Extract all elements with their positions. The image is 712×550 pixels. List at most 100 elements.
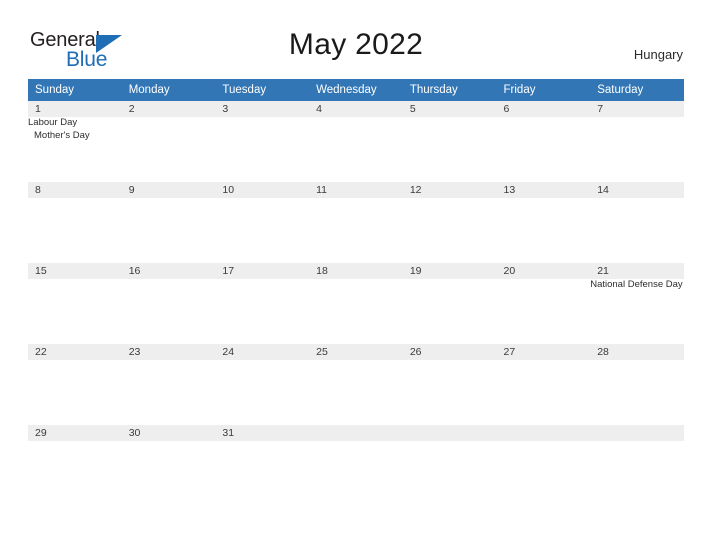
date-cell[interactable]: 16	[121, 263, 216, 279]
day-number: 22	[35, 346, 47, 358]
date-cell[interactable]: 6	[496, 101, 591, 117]
weekday-header-sunday: Sunday	[28, 79, 122, 101]
date-cell[interactable]: 15	[28, 263, 122, 279]
event-item: National Defense Day	[590, 279, 683, 290]
day-number: 30	[128, 427, 141, 439]
day-content-cell[interactable]	[402, 360, 497, 425]
date-cell[interactable]: 10	[215, 182, 310, 198]
date-cell[interactable]	[590, 425, 684, 441]
day-content-cell[interactable]	[496, 117, 591, 182]
day-number: 12	[409, 184, 422, 196]
day-number: 4	[316, 103, 322, 115]
day-content-cell[interactable]	[402, 441, 497, 490]
date-cell[interactable]: 1	[28, 101, 122, 117]
day-content-cell[interactable]	[402, 117, 497, 182]
day-content-cell[interactable]	[28, 360, 122, 425]
day-content-cell[interactable]	[309, 117, 403, 182]
date-cell[interactable]: 29	[28, 425, 122, 441]
date-cell[interactable]: 11	[309, 182, 403, 198]
day-number: 27	[503, 346, 516, 358]
date-cell[interactable]: 17	[215, 263, 310, 279]
day-content-cell[interactable]: Labour Day Mother's Day	[28, 117, 122, 182]
date-cell[interactable]: 24	[215, 344, 310, 360]
day-content-cell[interactable]	[309, 279, 403, 344]
date-cell[interactable]: 4	[309, 101, 403, 117]
day-content-cell[interactable]	[402, 279, 497, 344]
date-cell[interactable]: 18	[309, 263, 403, 279]
day-content-cell[interactable]	[121, 360, 216, 425]
date-cell[interactable]: 3	[215, 101, 310, 117]
day-content-cell[interactable]	[496, 441, 591, 490]
day-content-cell[interactable]	[496, 279, 591, 344]
day-content-cell[interactable]	[590, 198, 684, 263]
calendar-body: 1 2 3 4 5 6 7 Labour Day Mother's Day 8 …	[28, 101, 684, 490]
day-number	[403, 425, 497, 430]
date-cell[interactable]: 9	[121, 182, 216, 198]
day-content-cell[interactable]	[309, 198, 403, 263]
date-cell[interactable]: 19	[402, 263, 497, 279]
date-cell[interactable]: 13	[496, 182, 591, 198]
day-content-cell[interactable]	[215, 117, 310, 182]
date-cell[interactable]	[309, 425, 403, 441]
day-number: 29	[35, 427, 47, 439]
day-content-cell[interactable]	[215, 441, 310, 490]
day-content-cell[interactable]	[28, 198, 122, 263]
day-number: 20	[503, 265, 516, 277]
weekday-header-tuesday: Tuesday	[215, 79, 310, 101]
date-cell[interactable]: 27	[496, 344, 591, 360]
day-number: 23	[128, 346, 141, 358]
date-cell[interactable]: 8	[28, 182, 122, 198]
date-cell[interactable]: 14	[590, 182, 684, 198]
week-body	[28, 198, 684, 263]
date-cell[interactable]: 25	[309, 344, 403, 360]
day-content-cell[interactable]	[28, 441, 122, 490]
date-cell[interactable]: 26	[402, 344, 497, 360]
day-content-cell[interactable]	[121, 441, 216, 490]
day-content-cell[interactable]	[309, 441, 403, 490]
day-content-cell[interactable]	[590, 360, 684, 425]
page-header: General Blue May 2022 Hungary	[0, 0, 712, 78]
date-cell[interactable]	[496, 425, 591, 441]
day-number	[590, 425, 684, 430]
date-cell[interactable]: 22	[28, 344, 122, 360]
day-content-cell[interactable]	[402, 198, 497, 263]
day-content-cell[interactable]	[121, 117, 216, 182]
day-number: 15	[35, 265, 47, 277]
day-content-cell[interactable]	[215, 360, 310, 425]
day-content-cell[interactable]	[496, 198, 591, 263]
weekday-header-monday: Monday	[121, 79, 216, 101]
day-content-cell[interactable]	[590, 117, 684, 182]
day-number: 13	[503, 184, 516, 196]
day-content-cell[interactable]	[121, 279, 216, 344]
week-datebar: 29 30 31	[28, 425, 684, 441]
day-number: 1	[35, 103, 41, 115]
date-cell[interactable]: 30	[121, 425, 216, 441]
day-content-cell[interactable]	[121, 198, 216, 263]
date-cell[interactable]: 28	[590, 344, 684, 360]
day-content-cell[interactable]	[496, 360, 591, 425]
date-cell[interactable]: 2	[121, 101, 216, 117]
calendar-grid: Sunday Monday Tuesday Wednesday Thursday…	[28, 79, 684, 490]
day-number: 11	[316, 184, 328, 196]
day-content-cell[interactable]	[215, 198, 310, 263]
date-cell[interactable]: 31	[215, 425, 310, 441]
day-content-cell[interactable]: National Defense Day	[590, 279, 684, 344]
date-cell[interactable]: 5	[402, 101, 497, 117]
date-cell[interactable]: 21	[590, 263, 684, 279]
day-content-cell[interactable]	[309, 360, 403, 425]
calendar-header-row: Sunday Monday Tuesday Wednesday Thursday…	[28, 79, 684, 101]
event-list: Labour Day Mother's Day	[28, 117, 122, 142]
day-content-cell[interactable]	[590, 441, 684, 490]
day-content-cell[interactable]	[28, 279, 122, 344]
date-cell[interactable]: 7	[590, 101, 684, 117]
date-cell[interactable]: 12	[402, 182, 497, 198]
day-number: 24	[222, 346, 235, 358]
day-number: 18	[316, 265, 328, 277]
day-number: 7	[597, 103, 604, 115]
day-number: 28	[597, 346, 609, 358]
day-content-cell[interactable]	[215, 279, 310, 344]
date-cell[interactable]	[402, 425, 497, 441]
date-cell[interactable]: 23	[121, 344, 216, 360]
event-list: National Defense Day	[590, 279, 684, 292]
date-cell[interactable]: 20	[496, 263, 591, 279]
